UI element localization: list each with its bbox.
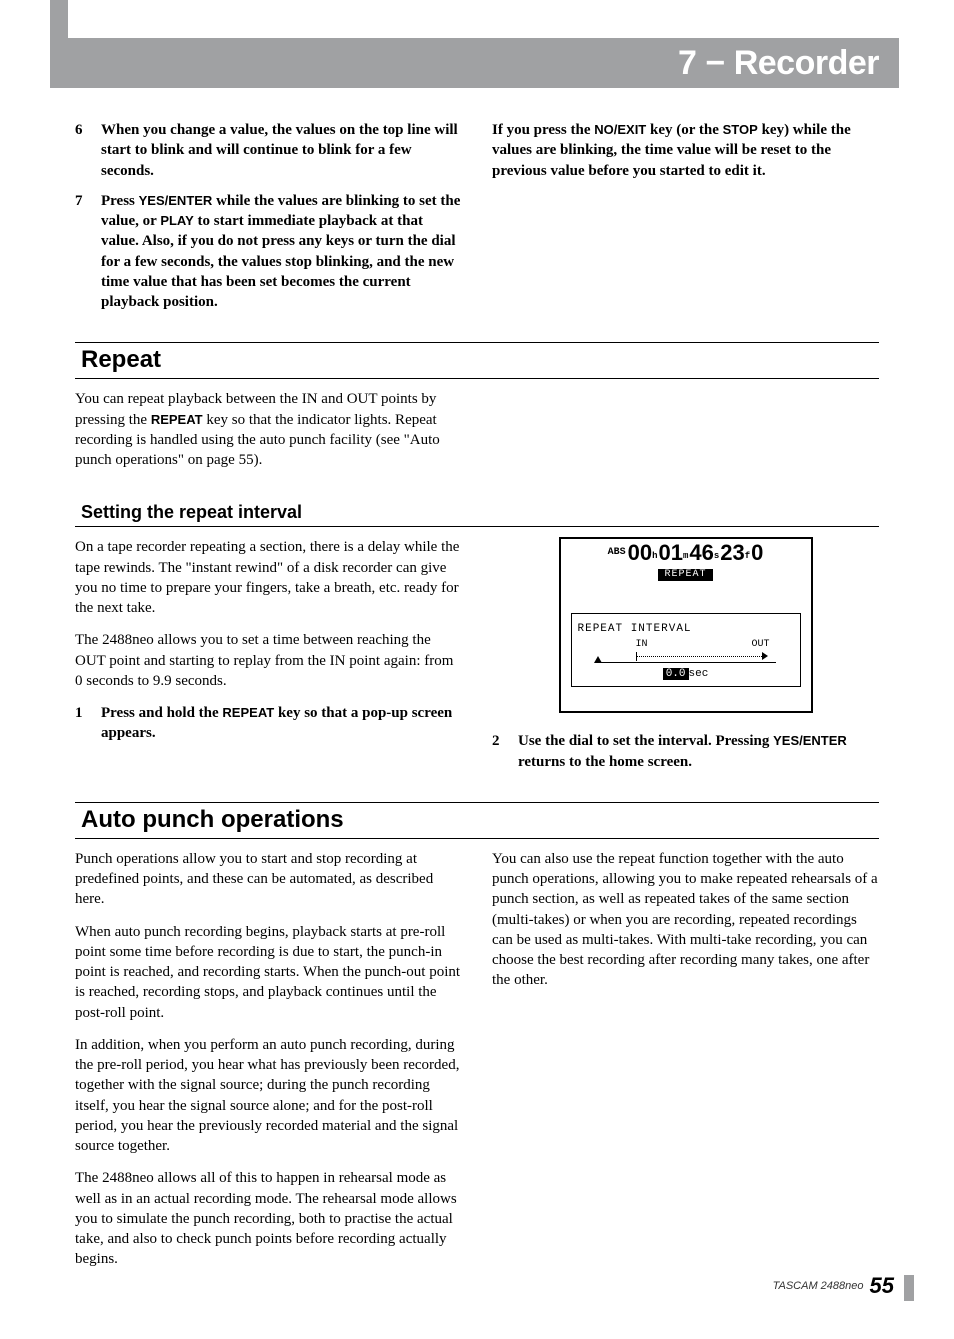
interval-p2: The 2488neo allows you to set a time bet…	[75, 630, 462, 691]
step-7: 7 Press YES/ENTER while the values are b…	[75, 191, 462, 313]
lcd-in-label: IN	[636, 639, 648, 650]
header-accent	[50, 0, 68, 38]
footer-page-number: 55	[870, 1273, 894, 1299]
chapter-title: 7 − Recorder	[678, 44, 879, 83]
interval-step-2: 2 Use the dial to set the interval. Pres…	[492, 731, 879, 772]
heading-auto-punch: Auto punch operations	[75, 802, 879, 839]
lcd-interval-value: 0.0sec	[578, 668, 794, 680]
page-footer: TASCAM 2488neo 55	[773, 1273, 894, 1299]
heading-repeat: Repeat	[75, 342, 879, 379]
lcd-time-readout: ABS 00h 01m 46s 23f 0	[567, 542, 805, 564]
chapter-title-bar: 7 − Recorder	[50, 38, 899, 88]
lcd-timeline-graphic	[596, 650, 776, 664]
footer-model: TASCAM 2488neo	[773, 1280, 864, 1292]
interval-step-1: 1 Press and hold the REPEAT key so that …	[75, 703, 462, 744]
interval-p1: On a tape recorder repeating a section, …	[75, 537, 462, 618]
lcd-repeat-badge: REPEAT	[658, 569, 712, 581]
autopunch-left-1: Punch operations allow you to start and …	[75, 849, 462, 910]
footer-accent	[904, 1275, 914, 1301]
repeat-body: You can repeat playback between the IN a…	[75, 389, 462, 470]
autopunch-left-3: In addition, when you perform an auto pu…	[75, 1035, 462, 1157]
lcd-screenshot: ABS 00h 01m 46s 23f 0 REPEAT REPEAT IN	[492, 537, 879, 713]
heading-repeat-interval: Setting the repeat interval	[75, 500, 879, 527]
autopunch-left-2: When auto punch recording begins, playba…	[75, 922, 462, 1023]
lcd-interval-panel: REPEAT INTERVAL IN OUT	[571, 613, 801, 687]
lcd-out-label: OUT	[751, 639, 769, 650]
intro-right-note: If you press the NO/EXIT key (or the STO…	[492, 120, 879, 181]
step-6: 6 When you change a value, the values on…	[75, 120, 462, 181]
autopunch-right-1: You can also use the repeat function tog…	[492, 849, 879, 991]
autopunch-left-4: The 2488neo allows all of this to happen…	[75, 1168, 462, 1269]
intro-columns: 6 When you change a value, the values on…	[75, 120, 879, 322]
